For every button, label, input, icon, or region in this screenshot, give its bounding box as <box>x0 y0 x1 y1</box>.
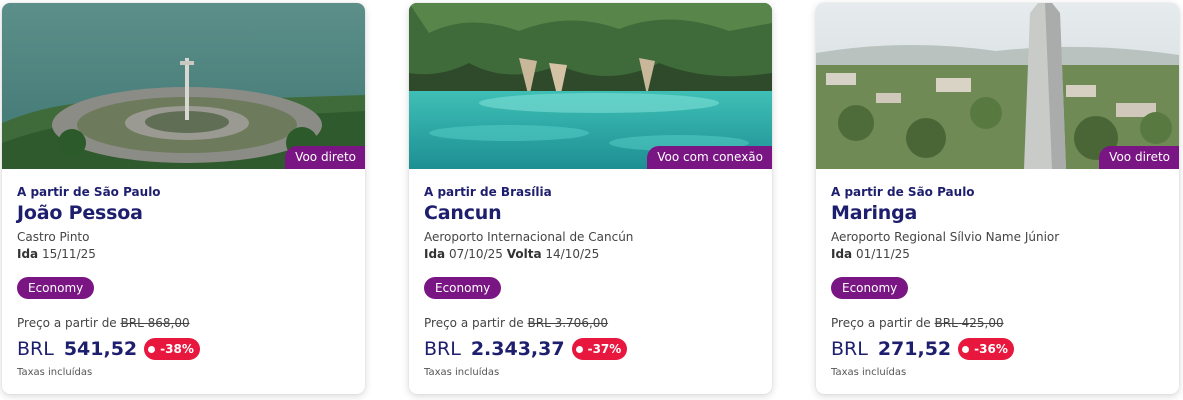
discount-dot-icon <box>148 345 156 353</box>
destination-card-cancun[interactable]: Voo com conexão A partir de Brasília Can… <box>409 3 772 394</box>
origin-label: A partir de São Paulo <box>831 185 975 199</box>
outbound-date: 07/10/25 <box>448 247 503 261</box>
discount-badge: -37% <box>571 338 628 360</box>
current-price: 271,52 <box>877 338 952 360</box>
discount-badge: -36% <box>958 338 1014 360</box>
price-from-label: Preço a partir de <box>831 316 931 330</box>
original-price: BRL 3.706,00 <box>527 316 609 330</box>
travel-dates: Ida 15/11/25 <box>17 247 96 261</box>
discount-value: -38% <box>160 342 194 356</box>
outbound-label: Ida <box>831 247 853 261</box>
price-row: BRL 2.343,37 -37% <box>424 336 628 362</box>
destination-city: Cancun <box>424 202 502 224</box>
destination-card-maringa[interactable]: Voo direto A partir de São Paulo Maringa… <box>816 3 1179 394</box>
price-from-label: Preço a partir de <box>17 316 117 330</box>
city-cathedral-photo <box>816 3 1179 169</box>
airport-name: Castro Pinto <box>17 230 90 244</box>
discount-value: -36% <box>974 342 1008 356</box>
currency-label: BRL <box>831 338 868 360</box>
price-from-line: Preço a partir de BRL 425,00 <box>831 316 1004 330</box>
destination-photo: Voo direto <box>816 3 1179 169</box>
return-date: 14/10/25 <box>545 247 600 261</box>
discount-badge: -38% <box>144 338 200 360</box>
outbound-date: 01/11/25 <box>855 247 910 261</box>
destination-city: Maringa <box>831 202 918 224</box>
origin-label: A partir de São Paulo <box>17 185 161 199</box>
origin-label: A partir de Brasília <box>424 185 552 199</box>
discount-value: -37% <box>587 342 622 356</box>
original-price: BRL 425,00 <box>934 316 1004 330</box>
outbound-label: Ida <box>424 247 446 261</box>
current-price: 2.343,37 <box>470 338 565 360</box>
destination-card-joao-pessoa[interactable]: Voo direto A partir de São Paulo João Pe… <box>2 3 365 394</box>
price-from-line: Preço a partir de BRL 868,00 <box>17 316 190 330</box>
price-from-label: Preço a partir de <box>424 316 524 330</box>
cenote-cave-photo <box>409 3 772 169</box>
outbound-label: Ida <box>17 247 39 261</box>
cabin-class-badge: Economy <box>17 277 95 299</box>
travel-dates: Ida 01/11/25 <box>831 247 910 261</box>
currency-label: BRL <box>17 338 54 360</box>
travel-dates: Ida 07/10/25 Volta 14/10/25 <box>424 247 599 261</box>
outbound-date: 15/11/25 <box>41 247 96 261</box>
cabin-class-badge: Economy <box>831 277 909 299</box>
destination-city: João Pessoa <box>17 202 143 224</box>
flight-type-tag: Voo direto <box>285 146 365 169</box>
airport-name: Aeroporto Regional Sílvio Name Júnior <box>831 230 1060 244</box>
taxes-note: Taxas incluídas <box>831 367 907 378</box>
taxes-note: Taxas incluídas <box>424 367 500 378</box>
destination-photo: Voo com conexão <box>409 3 772 169</box>
destination-photo: Voo direto <box>2 3 365 169</box>
discount-dot-icon <box>962 345 970 353</box>
current-price: 541,52 <box>63 338 138 360</box>
cabin-class-badge: Economy <box>424 277 502 299</box>
price-from-line: Preço a partir de BRL 3.706,00 <box>424 316 608 330</box>
currency-label: BRL <box>424 338 461 360</box>
discount-dot-icon <box>575 345 583 353</box>
price-row: BRL 541,52 -38% <box>17 336 200 362</box>
return-label: Volta <box>506 247 542 261</box>
price-row: BRL 271,52 -36% <box>831 336 1014 362</box>
airport-name: Aeroporto Internacional de Cancún <box>424 230 634 244</box>
taxes-note: Taxas incluídas <box>17 367 93 378</box>
original-price: BRL 868,00 <box>120 316 190 330</box>
aerial-coastal-complex-photo <box>2 3 365 169</box>
flight-type-tag: Voo direto <box>1099 146 1179 169</box>
flight-type-tag: Voo com conexão <box>647 146 772 169</box>
